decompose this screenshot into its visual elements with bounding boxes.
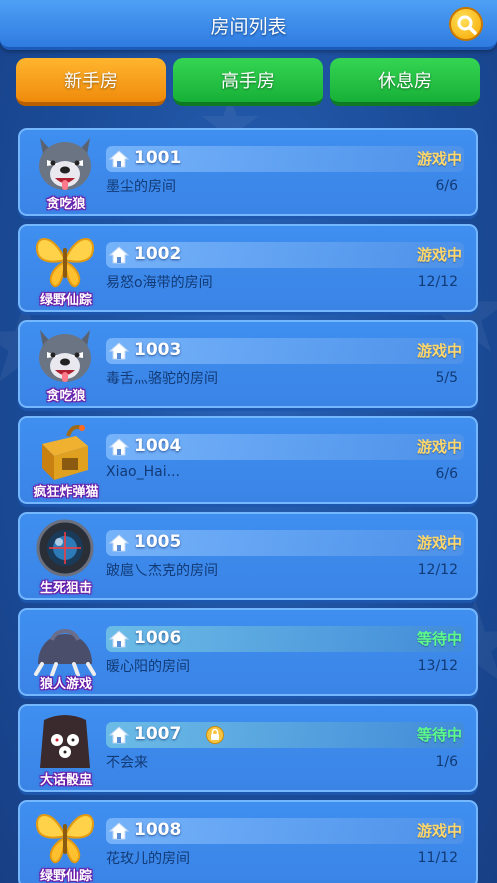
page-title: 房间列表	[210, 16, 287, 38]
game-avatar: 大话骰盅	[24, 710, 108, 790]
room-card[interactable]: 大话骰盅 1007 等待中不会来 1/6	[18, 704, 478, 792]
room-name: 跛扈乀杰克的房间	[106, 563, 218, 579]
room-card[interactable]: 狼人游戏 1006 等待中暖心阳的房间 13/12	[18, 608, 478, 696]
house-icon	[108, 438, 130, 456]
game-name: 大话骰盅	[39, 773, 92, 788]
player-count: 12/12	[417, 562, 458, 578]
lock-icon	[206, 726, 224, 744]
room-name: 花玫儿的房间	[106, 851, 190, 867]
player-count: 5/5	[435, 370, 458, 386]
room-status: 游戏中	[416, 150, 462, 168]
game-name: 生死狙击	[39, 581, 92, 596]
room-number: 1007	[134, 724, 182, 744]
house-icon	[108, 630, 130, 648]
game-avatar: 绿野仙踪	[24, 806, 108, 883]
room-number: 1005	[134, 532, 182, 552]
room-name: Xiao_Hai...	[106, 464, 180, 480]
player-count: 13/12	[417, 658, 458, 674]
room-tabs: 新手房 高手房 休息房	[16, 58, 480, 108]
game-name: 狼人游戏	[39, 677, 92, 692]
room-card[interactable]: 贪吃狼 1003 游戏中毒舌灬骆驼的房间 5/5	[18, 320, 478, 408]
room-status: 游戏中	[416, 246, 462, 264]
game-name: 绿野仙踪	[39, 869, 92, 883]
room-status: 等待中	[416, 726, 462, 744]
house-icon	[108, 822, 130, 840]
player-count: 11/12	[417, 850, 458, 866]
room-card[interactable]: 疯狂炸弹猫 1004 游戏中 Xiao_Hai... 6/6	[18, 416, 478, 504]
room-status: 游戏中	[416, 342, 462, 360]
room-status: 等待中	[416, 630, 462, 648]
house-icon	[108, 342, 130, 360]
room-name: 墨尘的房间	[106, 179, 176, 195]
room-name: 易怒o海带的房间	[106, 275, 213, 291]
player-count: 6/6	[435, 466, 458, 482]
game-name: 贪吃狼	[46, 389, 86, 404]
game-name: 绿野仙踪	[39, 293, 92, 308]
house-icon	[108, 246, 130, 264]
room-number: 1004	[134, 436, 182, 456]
house-icon	[108, 534, 130, 552]
search-icon	[457, 15, 477, 35]
tab-beginner[interactable]: 新手房	[16, 58, 166, 106]
game-avatar: 生死狙击	[24, 518, 108, 598]
room-status: 游戏中	[416, 822, 462, 840]
room-number: 1001	[134, 148, 182, 168]
game-avatar: 绿野仙踪	[24, 230, 108, 310]
room-name: 暖心阳的房间	[106, 659, 190, 675]
player-count: 1/6	[435, 754, 458, 770]
game-avatar: 狼人游戏	[24, 614, 108, 694]
game-name: 贪吃狼	[46, 197, 86, 212]
house-icon	[108, 150, 130, 168]
game-avatar: 贪吃狼	[24, 326, 108, 406]
room-status: 游戏中	[416, 438, 462, 456]
room-status: 游戏中	[416, 534, 462, 552]
room-number: 1002	[134, 244, 182, 264]
tab-rest[interactable]: 休息房	[330, 58, 480, 106]
room-name: 不会来	[106, 755, 148, 771]
room-card[interactable]: 贪吃狼 1001 游戏中墨尘的房间 6/6	[18, 128, 478, 216]
house-icon	[108, 726, 130, 744]
room-card[interactable]: 绿野仙踪 1002 游戏中易怒o海带的房间 12/12	[18, 224, 478, 312]
room-card[interactable]: 生死狙击 1005 游戏中跛扈乀杰克的房间 12/12	[18, 512, 478, 600]
room-number: 1003	[134, 340, 182, 360]
room-name: 毒舌灬骆驼的房间	[106, 371, 218, 387]
tab-expert[interactable]: 高手房	[173, 58, 323, 106]
player-count: 6/6	[435, 178, 458, 194]
game-name: 疯狂炸弹猫	[33, 485, 99, 500]
room-number: 1006	[134, 628, 182, 648]
room-card[interactable]: 绿野仙踪 1008 游戏中花玫儿的房间 11/12	[18, 800, 478, 883]
player-count: 12/12	[417, 274, 458, 290]
search-button[interactable]	[449, 7, 483, 41]
header-bar: 房间列表	[0, 0, 497, 50]
game-avatar: 疯狂炸弹猫	[24, 422, 108, 502]
room-number: 1008	[134, 820, 182, 840]
game-avatar: 贪吃狼	[24, 134, 108, 214]
